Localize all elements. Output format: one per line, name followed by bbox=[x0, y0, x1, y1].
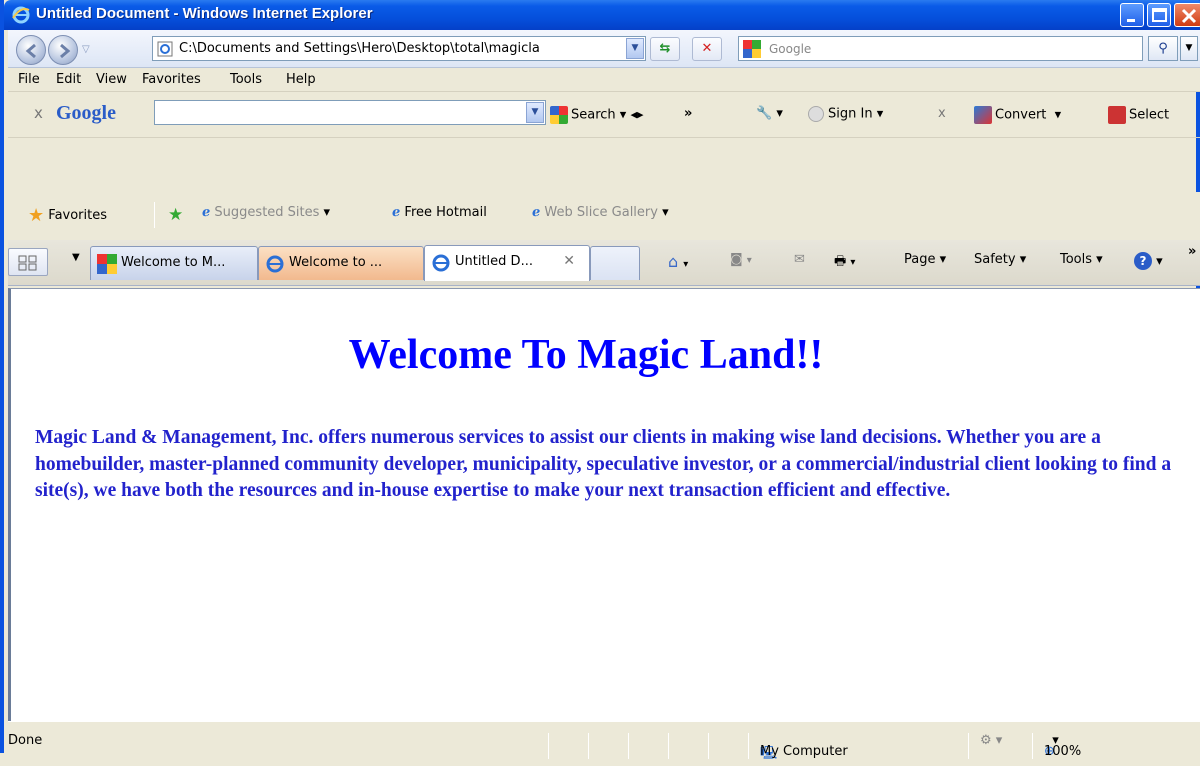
search-placeholder: Google bbox=[769, 42, 812, 56]
google-logo: Google bbox=[56, 102, 116, 124]
close-tab-icon[interactable]: ✕ bbox=[563, 253, 575, 269]
ie-page-icon bbox=[266, 255, 284, 273]
web-slice-gallery-link[interactable]: ℯ Web Slice Gallery ▾ bbox=[532, 205, 669, 220]
mail-icon[interactable]: ✉ bbox=[794, 252, 805, 267]
new-tab-button[interactable] bbox=[590, 246, 640, 280]
menu-file[interactable]: File bbox=[18, 72, 40, 87]
ie-page-icon: ℯ bbox=[392, 205, 401, 220]
window-title: Untitled Document - Windows Internet Exp… bbox=[36, 5, 373, 22]
status-text: Done bbox=[8, 733, 43, 748]
feeds-icon[interactable]: ◙ ▾ bbox=[730, 252, 752, 267]
zoom-level[interactable]: ⊕ 100% ▾ bbox=[1044, 733, 1081, 759]
home-icon[interactable]: ⌂ ▾ bbox=[668, 252, 688, 271]
ie-page-icon: ℯ bbox=[532, 205, 541, 220]
help-icon[interactable]: ? ▾ bbox=[1134, 252, 1163, 270]
recent-pages-dropdown[interactable]: ▽ bbox=[82, 44, 90, 55]
search-box[interactable]: Google bbox=[738, 36, 1143, 61]
tab-untitled-document[interactable]: Untitled D... ✕ bbox=[424, 245, 590, 281]
forward-button[interactable] bbox=[48, 35, 78, 65]
page-content: Welcome To Magic Land!! Magic Land & Man… bbox=[8, 288, 1200, 721]
menu-bar: File Edit View Favorites Tools Help bbox=[8, 68, 1200, 92]
free-hotmail-link[interactable]: ℯ Free Hotmail bbox=[392, 205, 487, 220]
close-button[interactable] bbox=[1174, 3, 1200, 27]
address-bar[interactable]: C:\Documents and Settings\Hero\Desktop\t… bbox=[152, 36, 646, 61]
tab-welcome-2[interactable]: Welcome to ... bbox=[258, 246, 424, 280]
print-icon[interactable]: 🖶 ▾ bbox=[834, 252, 855, 274]
wrench-icon[interactable]: 🔧 ▾ bbox=[756, 106, 783, 121]
google-search-input[interactable]: ▼ bbox=[154, 100, 546, 125]
convert-button[interactable]: Convert ▾ bbox=[974, 106, 1061, 124]
command-bar-more-chevron-icon[interactable]: » bbox=[1188, 244, 1196, 259]
back-button[interactable] bbox=[16, 35, 46, 65]
title-bar: Untitled Document - Windows Internet Exp… bbox=[4, 0, 1200, 30]
pdf-toolbar-close-button[interactable]: x bbox=[938, 106, 946, 121]
google-icon bbox=[550, 106, 568, 124]
favorites-bar: ★ Favorites ★ ℯ Suggested Sites ▾ ℯ Free… bbox=[8, 192, 1200, 240]
google-icon bbox=[743, 40, 761, 58]
star-icon: ★ bbox=[28, 205, 45, 226]
status-bar: Done 🖳 My Computer ⚙ ▾ ⊕ 100% ▾ bbox=[8, 721, 1200, 761]
suggested-sites-link[interactable]: ℯ Suggested Sites ▾ bbox=[202, 205, 330, 220]
menu-help[interactable]: Help bbox=[286, 72, 316, 87]
tab-bar: ▼ Welcome to M... Welcome to ... Untitle… bbox=[8, 240, 1200, 286]
favorites-button[interactable]: ★ Favorites bbox=[28, 205, 107, 226]
page-body-text: Magic Land & Management, Inc. offers num… bbox=[35, 427, 1172, 502]
stop-button[interactable]: ✕ bbox=[692, 37, 722, 61]
menu-favorites[interactable]: Favorites bbox=[142, 72, 201, 87]
minimize-button[interactable] bbox=[1120, 3, 1144, 27]
address-row: ▽ C:\Documents and Settings\Hero\Desktop… bbox=[8, 30, 1200, 68]
select-icon bbox=[1108, 106, 1126, 124]
add-favorite-icon[interactable]: ★ bbox=[168, 205, 183, 225]
menu-view[interactable]: View bbox=[96, 72, 127, 87]
google-search-button[interactable]: Search ▾ ◂▸ bbox=[550, 106, 644, 124]
select-button[interactable]: Select bbox=[1108, 106, 1169, 124]
search-icon[interactable]: ⚲ bbox=[1148, 36, 1178, 61]
menu-tools[interactable]: Tools bbox=[230, 72, 262, 87]
tab-welcome-1[interactable]: Welcome to M... bbox=[90, 246, 258, 280]
page-heading: Welcome To Magic Land!! bbox=[348, 332, 824, 378]
browser-window: Untitled Document - Windows Internet Exp… bbox=[0, 0, 1200, 761]
safety-menu[interactable]: Safety ▾ bbox=[974, 252, 1026, 267]
google-toolbar: x Google ▼ Search ▾ ◂▸ » 🔧 ▾ Sign In ▾ x… bbox=[8, 92, 1200, 192]
page-icon bbox=[157, 41, 173, 57]
maximize-button[interactable] bbox=[1147, 3, 1171, 27]
ie-page-icon bbox=[432, 254, 450, 272]
address-dropdown-icon[interactable]: ▼ bbox=[626, 38, 644, 59]
ie-page-icon: ℯ bbox=[202, 205, 211, 220]
protected-mode-icon[interactable]: ⚙ ▾ bbox=[980, 733, 1002, 748]
quick-tabs-icon[interactable] bbox=[8, 248, 48, 276]
user-icon bbox=[808, 106, 824, 122]
ie-logo-icon bbox=[12, 6, 30, 24]
more-chevron-icon[interactable]: » bbox=[684, 106, 692, 121]
tools-menu[interactable]: Tools ▾ bbox=[1060, 252, 1103, 267]
page-menu[interactable]: Page ▾ bbox=[904, 252, 946, 267]
google-icon bbox=[97, 254, 117, 274]
google-search-dropdown-icon[interactable]: ▼ bbox=[526, 102, 544, 123]
search-options-dropdown-icon[interactable]: ▼ bbox=[1180, 36, 1198, 61]
refresh-button[interactable]: ⇆ bbox=[650, 37, 680, 61]
address-url: C:\Documents and Settings\Hero\Desktop\t… bbox=[179, 41, 540, 56]
tab-list-dropdown-icon[interactable]: ▼ bbox=[72, 252, 80, 263]
google-toolbar-close-button[interactable]: x bbox=[34, 104, 43, 122]
menu-edit[interactable]: Edit bbox=[56, 72, 81, 87]
convert-icon bbox=[974, 106, 992, 124]
sign-in-button[interactable]: Sign In ▾ bbox=[808, 106, 883, 122]
